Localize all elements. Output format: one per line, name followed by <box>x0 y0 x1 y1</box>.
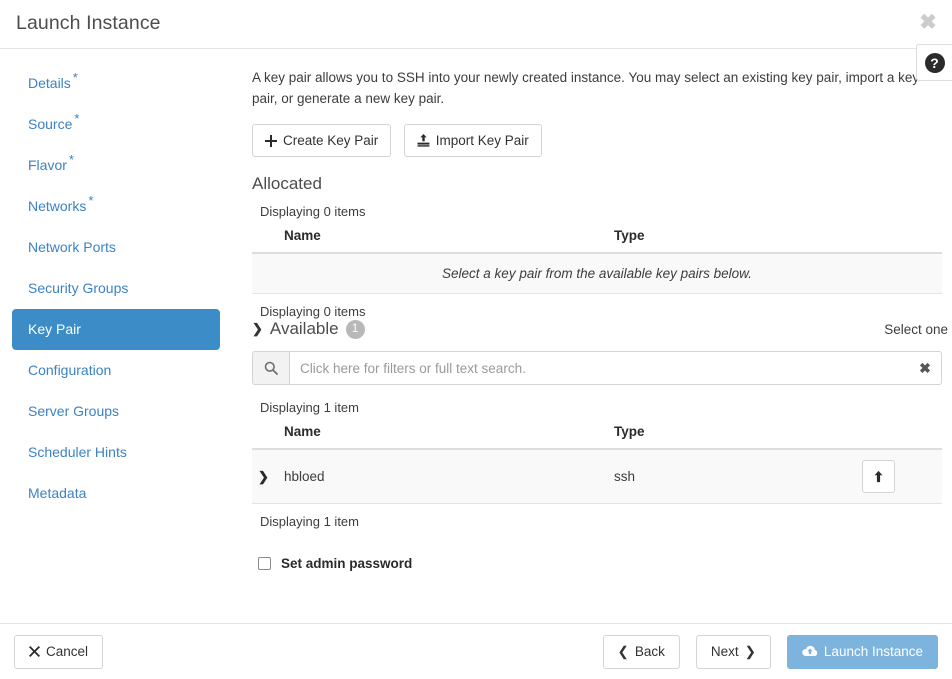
available-col-actions <box>856 424 942 449</box>
available-count-badge: 1 <box>346 320 365 339</box>
page-title: Launch Instance <box>16 12 161 35</box>
launch-instance-label: Launch Instance <box>824 644 923 659</box>
sidebar-item-label: Scheduler Hints <box>28 444 127 460</box>
sidebar-item-metadata[interactable]: Metadata <box>12 473 220 514</box>
cloud-upload-icon <box>802 645 818 658</box>
sidebar-item-label: Configuration <box>28 362 111 378</box>
chevron-right-icon: ❯ <box>745 645 756 659</box>
available-section-header: ❯ Available 1 Select one <box>252 319 948 339</box>
table-header-row: Name Type <box>252 228 942 253</box>
allocate-key-pair-button[interactable] <box>862 460 895 493</box>
row-expand-cell: ❯ <box>252 449 276 504</box>
create-key-pair-button[interactable]: Create Key Pair <box>252 124 391 157</box>
arrow-up-icon <box>872 470 885 483</box>
table-header-row: Name Type <box>252 424 942 449</box>
modal-footer: Cancel ❮ Back Next ❯ Launch Instanc <box>0 623 952 679</box>
next-button[interactable]: Next ❯ <box>696 635 771 669</box>
chevron-right-icon[interactable]: ❯ <box>258 470 269 483</box>
available-count-top: Displaying 1 item <box>252 400 952 415</box>
sidebar-item-server-groups[interactable]: Server Groups <box>12 391 220 432</box>
allocated-section-title: Allocated <box>252 174 952 194</box>
allocated-col-actions <box>856 228 942 253</box>
table-row[interactable]: ❯ hbloed ssh <box>252 449 942 504</box>
select-one-hint: Select one <box>884 322 948 337</box>
footer-actions: ❮ Back Next ❯ Launch Instance <box>603 635 938 669</box>
required-marker: * <box>69 152 74 167</box>
sidebar-item-label: Metadata <box>28 485 86 501</box>
row-type-cell: ssh <box>606 449 856 504</box>
available-col-expand <box>252 424 276 449</box>
available-section-title: Available <box>270 319 339 339</box>
available-col-name: Name <box>276 424 606 449</box>
key-pair-actions: Create Key Pair Import Key Pair <box>252 124 952 157</box>
allocated-col-expand <box>252 228 276 253</box>
sidebar-item-label: Networks <box>28 198 86 214</box>
required-marker: * <box>73 70 78 85</box>
close-x-icon <box>29 646 40 657</box>
allocated-col-name: Name <box>276 228 606 253</box>
cancel-label: Cancel <box>46 644 88 659</box>
create-key-pair-label: Create Key Pair <box>283 133 378 148</box>
sidebar-item-security-groups[interactable]: Security Groups <box>12 268 220 309</box>
sidebar-item-networks[interactable]: Networks* <box>12 186 220 227</box>
back-button[interactable]: ❮ Back <box>603 635 680 669</box>
question-mark-icon: ? <box>925 53 945 73</box>
step-description: A key pair allows you to SSH into your n… <box>252 67 944 109</box>
wizard-nav-sidebar: Details* Source* Flavor* Networks* Netwo… <box>0 49 232 623</box>
search-icon[interactable] <box>253 352 290 384</box>
launch-instance-button[interactable]: Launch Instance <box>787 635 938 669</box>
sidebar-item-network-ports[interactable]: Network Ports <box>12 227 220 268</box>
required-marker: * <box>74 111 79 126</box>
sidebar-item-label: Source <box>28 116 72 132</box>
allocated-empty-row: Select a key pair from the available key… <box>252 253 942 294</box>
key-pair-step-content: A key pair allows you to SSH into your n… <box>232 49 952 623</box>
allocated-empty-message: Select a key pair from the available key… <box>252 253 942 294</box>
available-section-toggle[interactable]: ❯ Available 1 <box>252 319 365 339</box>
help-button[interactable]: ? <box>916 44 952 81</box>
import-key-pair-label: Import Key Pair <box>436 133 529 148</box>
import-key-pair-button[interactable]: Import Key Pair <box>404 124 542 157</box>
allocated-count-top: Displaying 0 items <box>252 204 952 219</box>
clear-search-icon[interactable]: ✖ <box>909 352 941 384</box>
launch-instance-modal: Launch Instance ✖ ? Details* Source* Fla… <box>0 0 952 679</box>
sidebar-item-label: Flavor <box>28 157 67 173</box>
sidebar-item-details[interactable]: Details* <box>12 63 220 104</box>
close-icon[interactable]: ✖ <box>917 12 939 34</box>
available-col-type: Type <box>606 424 856 449</box>
sidebar-item-label: Details <box>28 75 71 91</box>
sidebar-item-label: Server Groups <box>28 403 119 419</box>
sidebar-item-scheduler-hints[interactable]: Scheduler Hints <box>12 432 220 473</box>
chevron-down-icon: ❯ <box>252 322 263 335</box>
allocated-col-type: Type <box>606 228 856 253</box>
modal-body: Details* Source* Flavor* Networks* Netwo… <box>0 49 952 623</box>
sidebar-item-key-pair[interactable]: Key Pair <box>12 309 220 350</box>
set-admin-password-checkbox[interactable] <box>258 557 271 570</box>
modal-header: Launch Instance ✖ <box>0 0 952 49</box>
sidebar-item-label: Security Groups <box>28 280 128 296</box>
sidebar-item-label: Network Ports <box>28 239 116 255</box>
upload-icon <box>417 134 430 147</box>
sidebar-item-configuration[interactable]: Configuration <box>12 350 220 391</box>
set-admin-password-label[interactable]: Set admin password <box>281 556 412 571</box>
next-label: Next <box>711 644 739 659</box>
required-marker: * <box>88 193 93 208</box>
back-label: Back <box>635 644 665 659</box>
sidebar-item-source[interactable]: Source* <box>12 104 220 145</box>
row-actions-cell <box>856 449 942 504</box>
available-table: Name Type ❯ hbloed ssh <box>252 424 942 504</box>
sidebar-item-label: Key Pair <box>28 321 81 337</box>
available-count-bottom: Displaying 1 item <box>252 514 952 529</box>
search-bar: ✖ <box>252 351 942 385</box>
set-admin-password-row[interactable]: Set admin password <box>252 556 952 571</box>
cancel-button[interactable]: Cancel <box>14 635 103 669</box>
search-input[interactable] <box>290 352 909 384</box>
plus-icon <box>265 135 277 147</box>
row-name-cell: hbloed <box>276 449 606 504</box>
allocated-count-bottom: Displaying 0 items <box>252 304 952 319</box>
allocated-table: Name Type Select a key pair from the ava… <box>252 228 942 294</box>
chevron-left-icon: ❮ <box>618 645 629 659</box>
sidebar-item-flavor[interactable]: Flavor* <box>12 145 220 186</box>
